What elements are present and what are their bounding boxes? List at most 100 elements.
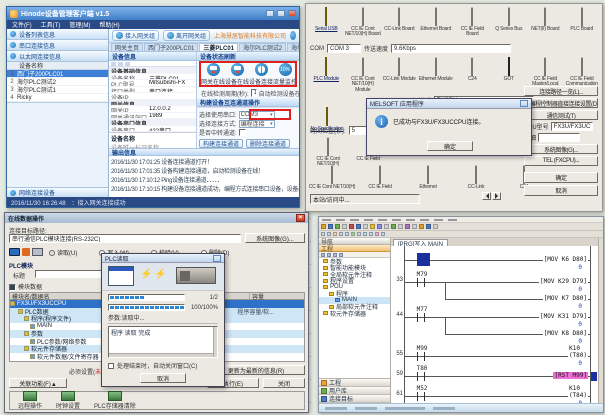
ladder-rung[interactable]: M79 [MOV K29 D79] 0 [405,282,590,283]
pc-interface-item[interactable]: NET(II) Board [527,8,564,42]
minimize-button[interactable] [266,10,274,17]
transfer-ok-button[interactable]: 确定 [524,172,598,183]
progress-close-button[interactable] [213,255,221,262]
ladder-rung[interactable]: M52 K10 (T84) 0 [405,396,590,397]
sidebar-section-header[interactable]: 串口连接信息 [7,40,108,51]
device-tab[interactable]: 网关主页 [111,43,143,51]
device-row[interactable]: 4 Ricky [7,94,108,102]
pc-interface-item[interactable]: PLC Board [564,8,601,42]
pc-interface-item[interactable]: Ethernet Board [418,8,455,42]
cycle-input[interactable]: 10 [251,89,257,97]
maximize-button[interactable] [277,10,285,17]
document-tab[interactable]: [PRG]写入 MAIN [393,239,448,246]
coexistence-route-item[interactable]: Ethernet [404,166,452,190]
delete-channel-button[interactable]: 删除连接通道 [246,139,290,148]
module-data-toggle[interactable]: 模块数据 [9,282,42,291]
direct-connection-button[interactable]: 可编程控制器直接连接设置(D) [524,98,598,108]
com-port-select[interactable]: COM3▾ [239,111,275,119]
menu-item[interactable]: 工具(T) [41,20,61,29]
tel-button[interactable]: TEL (FXCPU)... [524,156,598,166]
device-tab[interactable]: 西门子200PLC01 [144,43,198,51]
scrollbar-vertical[interactable] [213,327,217,357]
related-functions-button[interactable]: 关联功能(F)▲ [9,378,67,388]
coexistence-route-item[interactable]: CC IE Field [356,166,404,190]
channel-note: 说明： 1、选择串口、连接方式和是否中转通道等内容后构建连接通道有效！ 2、网口… [299,110,300,146]
connection-path-list-button[interactable]: 连接路径一览(L)... [524,86,598,96]
pc-interface-item[interactable]: Q Series Bus [491,8,528,42]
progress-cancel-button[interactable]: 取消 [140,373,186,383]
coexistence-route-item[interactable]: CC-Link [452,166,500,190]
page-right-button[interactable] [492,192,501,200]
ladder-toolbar-2[interactable] [319,231,603,238]
tree-folder-icon [323,266,328,270]
ladder-rung[interactable]: M99 K10 (T80) 0 [405,356,590,357]
pc-interface-item[interactable]: CC IE Cont NET/10(H) Board [345,8,382,42]
navigation-section[interactable]: 工程 [319,245,390,252]
com-port-field[interactable]: COM 3 [327,44,361,53]
scrollbar-horizontal[interactable] [109,353,213,357]
menu-item[interactable]: 管理(M) [69,20,90,29]
editor-scrollbar[interactable] [598,238,603,403]
device-connect-status[interactable]: 设备连接 [249,63,273,86]
related-function-item[interactable]: 远程操作 [18,391,42,410]
close-dialog-button[interactable]: 关闭 [263,378,305,388]
contact-symbol [417,352,425,361]
plc-interface-item[interactable]: PLC Module [308,58,345,94]
related-function-item[interactable]: 时钟设置 [56,391,80,410]
plc-interface-item[interactable]: GOT [491,58,528,94]
network-route-item[interactable]: CC IE Cont NET/10(H) [308,138,348,168]
ladder-branch[interactable]: [MOV K7 D80] 0 [445,299,590,300]
channel-panel: 选择使用串口: COM3▾ 选择连接方式: 编程连接▾ 是否中转通道: [197,107,299,148]
auto-close-checkbox[interactable]: 处理结束时，自动关闭窗口(C) [108,361,218,370]
menu-item[interactable]: 帮助(H) [99,20,119,29]
gateway-online-status[interactable]: 网关在线 [201,63,225,86]
online-close-button[interactable]: × [296,214,305,222]
ladder-branch[interactable]: [MOV K8 D80] 0 [445,334,590,335]
ladder-rung[interactable]: T80 [RST M99] [405,376,590,377]
pc-interface-item[interactable]: CC-Link Board [381,8,418,42]
plc-module-tab[interactable]: PLC模块 [9,261,33,270]
connect-mode-select[interactable]: 编程连接▾ [239,120,275,128]
system-image-button[interactable]: 系统图像(G)... [524,144,598,154]
pc-interface-item[interactable]: Serial USB [308,8,345,42]
ladder-rung[interactable]: [MOV K6 D80] 0 [405,260,590,261]
device-row[interactable]: 3 海尔PLC测试1 [7,86,108,94]
system-image-button-c[interactable]: 系统图像(G)... [245,233,305,243]
device-tab[interactable]: 海尔PLC测试1 [287,43,299,51]
leave-gateway-button[interactable]: 离开网关组 [163,30,210,41]
navigation-category-button[interactable]: 连接目标 [319,395,390,403]
ladder-rung[interactable]: M77 [MOV K31 D79] 0 [405,317,590,318]
related-function-item[interactable]: PLC存储器清除 [94,391,136,410]
relay-checkbox[interactable] [239,129,246,136]
build-channel-button[interactable]: 构建连接通道 [199,139,243,148]
sidebar-section-header[interactable]: 设备列表信息 [7,29,108,40]
plc-interface-item[interactable]: C24 [454,58,491,94]
close-button[interactable] [288,10,296,17]
communication-test-button[interactable]: 通信测试(T) [524,110,598,120]
device-tab[interactable]: 三菱PLC01 [199,43,238,51]
plc-interface-item[interactable]: CC-Link Module [381,58,418,94]
transfer-cancel-button[interactable]: 取消 [524,185,598,196]
plc-interface-item[interactable]: CC IE Cont NET/10(H) Module [345,58,382,94]
join-gateway-button[interactable]: 接入网关组 [112,30,159,41]
traffic-monitor-status[interactable]: 10% 流量监控 [273,63,297,86]
project-tree-item[interactable]: 软元件存储器 [319,310,390,317]
melsoft-ok-button[interactable]: 确定 [427,141,473,151]
ladder-canvas[interactable]: [MOV K6 D80] 0 33 M79 [MOV K29 D79] 0 [M… [391,246,598,403]
coexistence-route-item[interactable]: CC IE Cont NET/10(H) [308,166,356,190]
ladder-toolbar-1[interactable] [319,223,603,231]
company-link[interactable]: 上海慧居智能科技有限公司网站 接入网关 [214,31,286,40]
operation-radio[interactable]: 读取(U) [49,248,77,257]
plc-interface-item[interactable]: Ethernet Module [418,58,455,94]
page-left-button[interactable] [482,192,491,200]
baud-rate-field[interactable]: 9.6Kbps [391,44,511,53]
melsoft-close-button[interactable] [520,100,528,107]
pc-interface-item[interactable]: CC IE Field Board [454,8,491,42]
device-online-status[interactable]: 设备在线 [225,63,249,86]
menu-item[interactable]: 文件(F) [12,20,32,29]
sidebar-bottom-bar[interactable]: 网络连接设备 [7,187,108,197]
interface-board-icon [508,7,510,26]
log-line: 2016/11/30 17:10:15 构建设备连接通道成功，编程方式连接串口设… [111,184,297,193]
related-function-bar: 远程操作 时钟设置 PLC存储器清除 [9,391,305,410]
device-tab[interactable]: 海尔PLC测试2 [239,43,286,51]
